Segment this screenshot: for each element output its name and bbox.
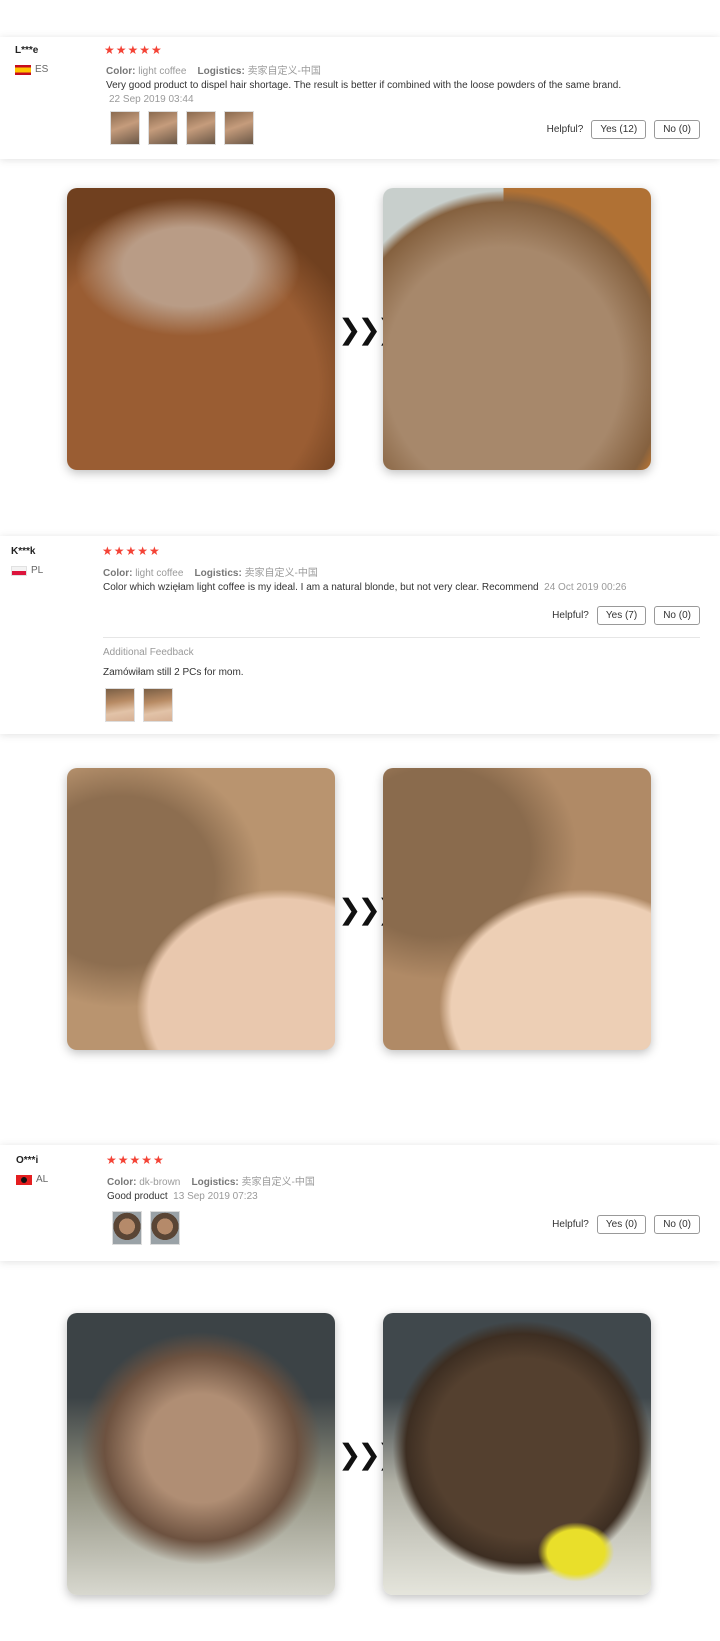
review-photo-thumbnail[interactable] — [110, 111, 140, 145]
helpful-controls: Helpful? Yes (0) No (0) — [552, 1215, 700, 1234]
review-text: Very good product to dispel hair shortag… — [106, 80, 622, 91]
review-card: L***e ES ★★★★★ Color: light coffee Logis… — [0, 37, 720, 159]
reviewer-name: L***e — [15, 45, 39, 56]
star-rating: ★★★★★ — [102, 544, 161, 558]
reviewer-name: K***k — [11, 546, 36, 557]
helpful-label: Helpful? — [546, 124, 584, 135]
review-photos — [110, 111, 254, 145]
review-photo-thumbnail[interactable] — [148, 111, 178, 145]
before-photo — [67, 768, 335, 1050]
before-photo — [67, 1313, 335, 1595]
helpful-no-button[interactable]: No (0) — [654, 1215, 700, 1234]
logistics-value: 卖家自定义-中国 — [244, 568, 318, 579]
after-photo — [383, 1313, 651, 1595]
logistics-value: 卖家自定义-中国 — [241, 1177, 315, 1188]
reviewer-country: AL — [16, 1174, 48, 1185]
color-value: light coffee — [135, 568, 184, 579]
review-text: Good product 13 Sep 2019 07:23 — [107, 1191, 258, 1202]
additional-feedback-text: Zamówiłam still 2 PCs for mom. — [103, 667, 244, 678]
logistics-label: Logistics: — [197, 66, 245, 77]
review-photo-thumbnail[interactable] — [186, 111, 216, 145]
helpful-yes-button[interactable]: Yes (7) — [596, 606, 647, 625]
review-date: 22 Sep 2019 03:44 — [109, 94, 194, 105]
logistics-value: 卖家自定义-中国 — [247, 66, 321, 77]
color-label: Color: — [106, 66, 136, 77]
star-rating: ★★★★★ — [106, 1153, 165, 1167]
logistics-label: Logistics: — [194, 568, 242, 579]
reviewer-country: ES — [15, 64, 48, 75]
review-meta: Color: light coffee Logistics: 卖家自定义-中国 — [106, 62, 321, 77]
review-photo-thumbnail[interactable] — [224, 111, 254, 145]
review-photo-thumbnail[interactable] — [112, 1211, 142, 1245]
shirt-print — [531, 1517, 621, 1587]
helpful-label: Helpful? — [552, 1219, 589, 1230]
star-rating: ★★★★★ — [104, 43, 163, 57]
reviewer-name: O***i — [16, 1155, 39, 1166]
logistics-label: Logistics: — [191, 1177, 239, 1188]
section-divider — [103, 637, 700, 638]
review-photos — [105, 688, 173, 722]
review-date: 24 Oct 2019 00:26 — [544, 582, 627, 593]
helpful-controls: Helpful? Yes (12) No (0) — [547, 120, 700, 139]
review-meta: Color: dk-brown Logistics: 卖家自定义-中国 — [107, 1173, 315, 1188]
after-photo — [383, 768, 651, 1050]
helpful-label: Helpful? — [552, 610, 589, 621]
review-photo-thumbnail[interactable] — [150, 1211, 180, 1245]
review-body: Good product — [107, 1191, 168, 1202]
review-card: K***k PL ★★★★★ Color: light coffee Logis… — [0, 536, 720, 734]
color-label: Color: — [103, 568, 133, 579]
review-meta: Color: light coffee Logistics: 卖家自定义-中国 — [103, 564, 318, 579]
review-card: O***i AL ★★★★★ Color: dk-brown Logistics… — [0, 1145, 720, 1261]
helpful-controls: Helpful? Yes (7) No (0) — [552, 606, 700, 625]
reviewer-country: PL — [11, 565, 43, 576]
spain-flag-icon — [15, 64, 31, 75]
albania-flag-icon — [16, 1174, 32, 1185]
color-label: Color: — [107, 1177, 137, 1188]
before-photo — [67, 188, 335, 470]
country-code: AL — [36, 1174, 49, 1185]
helpful-yes-button[interactable]: Yes (12) — [591, 120, 647, 139]
helpful-no-button[interactable]: No (0) — [654, 606, 700, 625]
helpful-no-button[interactable]: No (0) — [654, 120, 700, 139]
country-code: PL — [31, 565, 44, 576]
review-text: Color which wzięłam light coffee is my i… — [103, 582, 626, 593]
additional-feedback-title: Additional Feedback — [103, 647, 194, 658]
review-body: Color which wzięłam light coffee is my i… — [103, 582, 539, 593]
review-photo-thumbnail[interactable] — [105, 688, 135, 722]
review-photo-thumbnail[interactable] — [143, 688, 173, 722]
review-photos — [112, 1211, 180, 1245]
review-date: 13 Sep 2019 07:23 — [173, 1191, 258, 1202]
color-value: light coffee — [138, 66, 187, 77]
after-photo — [383, 188, 651, 470]
poland-flag-icon — [11, 565, 27, 576]
country-code: ES — [35, 64, 49, 75]
color-value: dk-brown — [139, 1177, 181, 1188]
helpful-yes-button[interactable]: Yes (0) — [596, 1215, 647, 1234]
